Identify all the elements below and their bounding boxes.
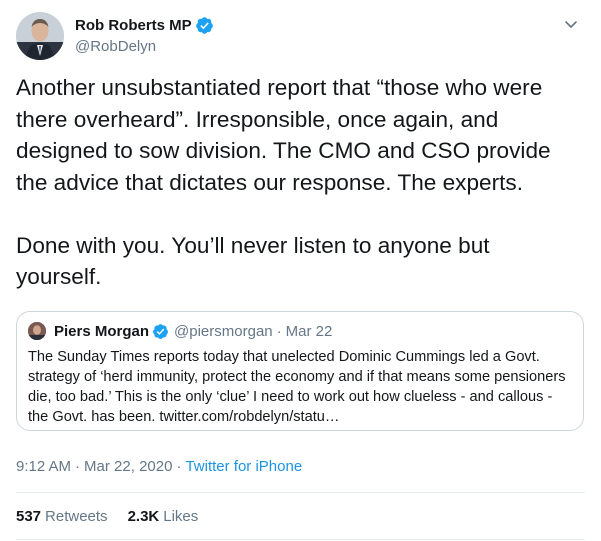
tweet-text: Another unsubstantiated report that “tho… [16,72,576,293]
chevron-down-icon[interactable] [563,16,579,32]
separator-dot: · [75,458,81,475]
retweets-stat[interactable]: 537 Retweets [16,508,108,525]
quoted-handle[interactable]: @piersmorgan [174,323,273,340]
divider [16,492,585,493]
tweet-meta: 9:12 AM · Mar 22, 2020 · Twitter for iPh… [16,458,302,475]
verified-badge-icon [195,16,213,34]
profile-photo [16,12,64,60]
separator-dot: · [176,458,182,475]
tweet-source-link[interactable]: Twitter for iPhone [185,458,302,475]
quoted-text: The Sunday Times reports today that unel… [28,349,566,425]
quoted-tweet[interactable]: Piers Morgan @piersmorgan · Mar 22 The S… [16,311,584,431]
avatar[interactable] [16,12,64,60]
retweets-count: 537 [16,508,42,525]
separator-dot: · [276,322,282,340]
display-name[interactable]: Rob Roberts MP [75,17,192,34]
tweet-date[interactable]: Mar 22, 2020 [84,458,172,475]
likes-count: 2.3K [127,508,160,525]
likes-stat[interactable]: 2.3K Likes [128,508,199,525]
tweet-header: Rob Roberts MP @RobDelyn [16,10,585,60]
divider [16,539,585,540]
quoted-display-name[interactable]: Piers Morgan [54,323,149,340]
handle[interactable]: @RobDelyn [75,38,214,55]
quoted-date[interactable]: Mar 22 [286,323,333,340]
tweet-paragraph: Done with you. You’ll never listen to an… [16,232,490,290]
retweets-label: Retweets [45,508,108,525]
quoted-profile-photo [28,322,46,340]
quoted-avatar[interactable] [28,322,46,340]
likes-label: Likes [163,508,199,525]
tweet-paragraph: Another unsubstantiated report that “tho… [16,75,551,195]
tweet-stats: 537 Retweets 2.3K Likes [16,508,218,525]
tweet-time[interactable]: 9:12 AM [16,458,71,475]
verified-badge-icon [153,323,168,339]
